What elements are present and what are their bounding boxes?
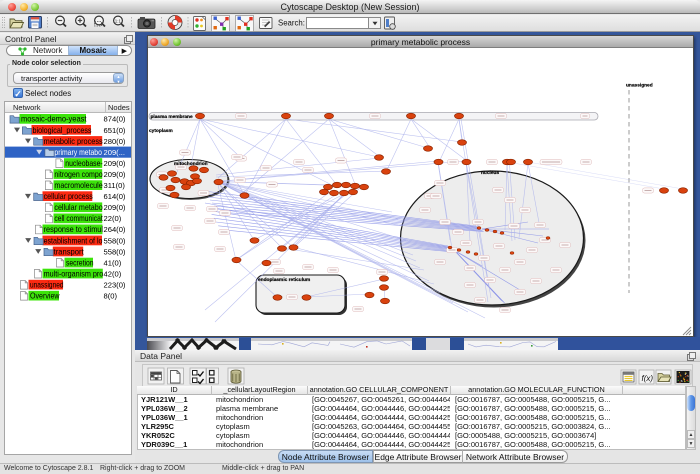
svg-text:macromolecule: macromolecule [54, 180, 103, 190]
svg-text:nucleobase-: nucleobase- [65, 158, 103, 168]
svg-text:41(0): 41(0) [104, 258, 122, 267]
svg-text:614(0): 614(0) [104, 192, 126, 201]
svg-text:209(0): 209(0) [104, 203, 126, 212]
svg-text:f(x): f(x) [642, 374, 654, 383]
svg-text:1:1: 1:1 [115, 19, 122, 24]
svg-text:unassigned: unassigned [30, 280, 64, 290]
svg-text:264(0): 264(0) [104, 225, 126, 234]
svg-text:209(0): 209(0) [104, 159, 126, 168]
svg-text:cellular metabo: cellular metabo [54, 202, 103, 212]
svg-text:metabolic process: metabolic process [44, 136, 103, 146]
svg-text:cellular process: cellular process [44, 191, 93, 201]
svg-text:primary metabo: primary metabo [54, 147, 102, 157]
svg-text:endoplasmic reticulum: endoplasmic reticulum [258, 277, 310, 283]
svg-text:multi-organism pro: multi-organism pro [44, 268, 104, 278]
svg-text:response to stimul: response to stimul [44, 224, 104, 234]
svg-text:nitrogen compo: nitrogen compo [54, 169, 103, 179]
svg-text:558(0): 558(0) [104, 247, 126, 256]
svg-text:mitochondrion: mitochondrion [174, 161, 208, 167]
svg-text:8(0): 8(0) [104, 292, 118, 301]
svg-text:223(0): 223(0) [104, 281, 126, 290]
svg-text:Search:: Search: [278, 19, 305, 28]
svg-text:651(0): 651(0) [104, 126, 126, 135]
svg-text:cell communicat: cell communicat [54, 213, 103, 223]
svg-text:cytoplasm: cytoplasm [149, 128, 173, 134]
svg-text:mosaic-demo-yeast: mosaic-demo-yeast [21, 114, 87, 124]
svg-text:42(0): 42(0) [104, 269, 122, 278]
svg-text:209(0): 209(0) [104, 170, 126, 179]
svg-text:biological_process: biological_process [33, 125, 92, 135]
svg-text:establishment of lo: establishment of lo [44, 235, 103, 245]
svg-text:nucleus: nucleus [481, 170, 499, 176]
svg-text:209(...: 209(... [104, 148, 126, 157]
svg-text:secretion: secretion [66, 257, 94, 267]
svg-text:311(0): 311(0) [104, 181, 126, 190]
svg-text:558(0): 558(0) [104, 236, 126, 245]
svg-text:280(0): 280(0) [104, 137, 126, 146]
svg-text:transport: transport [54, 246, 85, 256]
svg-text:Overview: Overview [30, 291, 60, 301]
svg-text:plasma membrane: plasma membrane [151, 114, 193, 120]
svg-text:874(0): 874(0) [104, 115, 126, 124]
svg-text:22(0): 22(0) [104, 214, 122, 223]
svg-text:unassigned: unassigned [626, 83, 653, 89]
